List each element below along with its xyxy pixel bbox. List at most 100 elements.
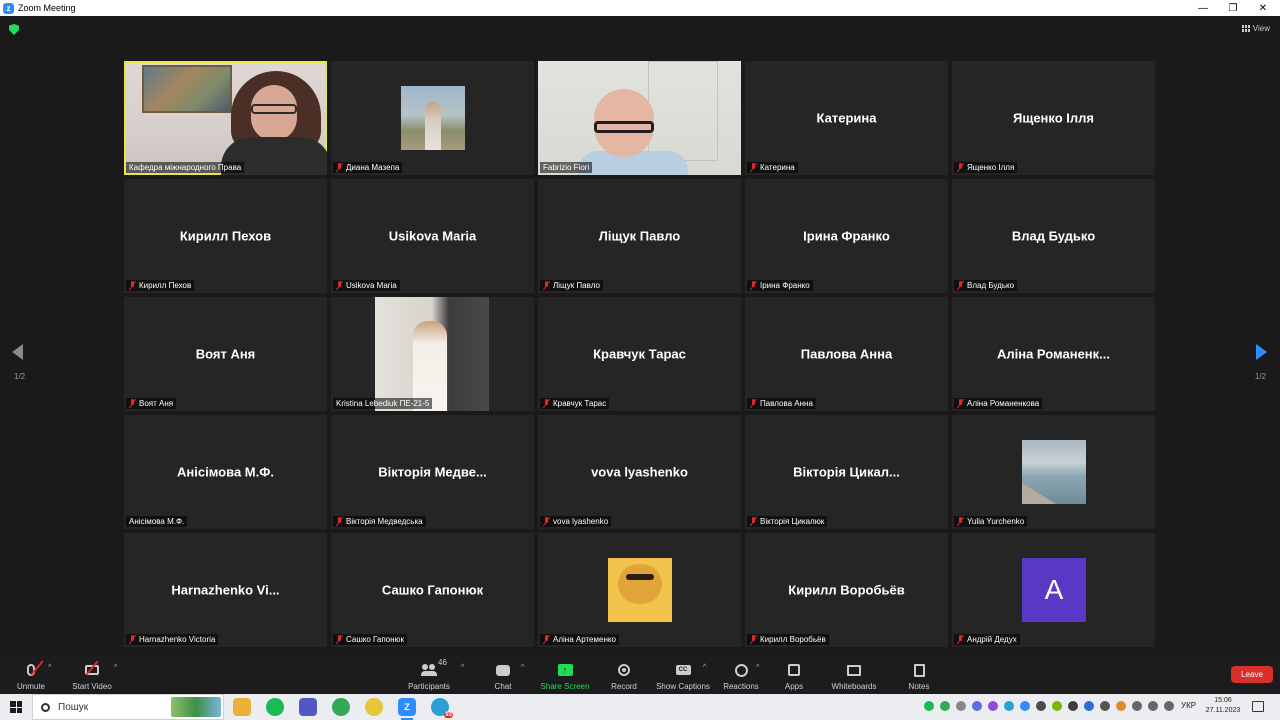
record-button[interactable]: Record: [608, 656, 640, 694]
participant-tile[interactable]: Yulia Yurchenko: [952, 415, 1155, 529]
security-shield-icon[interactable]: [9, 24, 19, 35]
battery-tray-icon[interactable]: [1132, 701, 1142, 711]
participant-tile[interactable]: Влад Будько Влад Будько: [952, 179, 1155, 293]
participant-name-label: Аліна Романенкова: [954, 398, 1043, 409]
whiteboards-button[interactable]: Whiteboards: [829, 656, 879, 694]
participant-display-name: Кирилл Воробьёв: [788, 582, 905, 598]
participant-name: Usikova Maria: [346, 281, 397, 290]
view-button[interactable]: View: [1241, 24, 1270, 33]
discord-tray-icon[interactable]: [972, 701, 982, 711]
search-placeholder: Пошук: [58, 701, 89, 713]
participant-display-name: Harnazhenko Vi...: [171, 582, 280, 598]
record-label: Record: [611, 682, 637, 691]
reactions-caret-icon[interactable]: ^: [756, 664, 759, 671]
chrome-tray-icon[interactable]: [940, 701, 950, 711]
spotify-tray-icon[interactable]: [924, 701, 934, 711]
participant-tile[interactable]: Ященко Ілля Ященко Ілля: [952, 61, 1155, 175]
viber-tray-icon[interactable]: [988, 701, 998, 711]
participant-tile[interactable]: vova lyashenko vova lyashenko: [538, 415, 741, 529]
cloud-tray-icon[interactable]: [956, 701, 966, 711]
participant-tile[interactable]: Диана Мазепа: [331, 61, 534, 175]
telegram-tray-icon[interactable]: [1004, 701, 1014, 711]
participant-tile[interactable]: Павлова Анна Павлова Анна: [745, 297, 948, 411]
reactions-button[interactable]: Reactions: [722, 656, 760, 694]
participant-tile[interactable]: Вікторія Цикал... Вікторія Цикалюк: [745, 415, 948, 529]
minimize-button[interactable]: —: [1188, 0, 1218, 16]
windows-start-icon[interactable]: [10, 701, 22, 713]
notifications-icon[interactable]: [1252, 701, 1264, 712]
clock-date: 27.11.2023: [1205, 707, 1241, 714]
unmute-button[interactable]: Unmute: [14, 656, 48, 694]
participant-tile[interactable]: Кирилл Воробьёв Кирилл Воробьёв: [745, 533, 948, 647]
participants-button[interactable]: 46 Participants: [406, 656, 452, 694]
leave-button[interactable]: Leave: [1231, 666, 1273, 683]
share-screen-button[interactable]: ↑ Share Screen: [540, 656, 590, 694]
participant-display-name: Ірина Франко: [803, 228, 890, 244]
chat-button[interactable]: Chat: [488, 656, 518, 694]
participants-caret-icon[interactable]: ^: [461, 664, 464, 671]
participant-tile[interactable]: A Андрій Дедух: [952, 533, 1155, 647]
wifi-tray-icon[interactable]: [1148, 701, 1158, 711]
audio-options-caret-icon[interactable]: ^: [48, 664, 51, 671]
telegram-icon[interactable]: 93: [431, 698, 453, 718]
participant-tile[interactable]: Harnazhenko Vi... Harnazhenko Victoria: [124, 533, 327, 647]
app-tray-icon[interactable]: [1036, 701, 1046, 711]
notes-label: Notes: [908, 682, 930, 691]
spotify-icon[interactable]: [266, 698, 284, 716]
taskbar-search[interactable]: Пошук: [32, 694, 224, 720]
participant-display-name: Usikova Maria: [388, 228, 477, 244]
participant-tile[interactable]: Воят Аня Воят Аня: [124, 297, 327, 411]
unmute-label: Unmute: [16, 682, 45, 691]
participant-tile[interactable]: Вікторія Медве... Вікторія Медведська: [331, 415, 534, 529]
next-page-arrow-icon[interactable]: [1256, 344, 1267, 360]
language-indicator[interactable]: УКР: [1181, 701, 1196, 710]
participant-tile[interactable]: Ірина Франко Ірина Франко: [745, 179, 948, 293]
participant-tile[interactable]: Usikova Maria Usikova Maria: [331, 179, 534, 293]
participant-tile[interactable]: Fabrizio Fiori: [538, 61, 741, 175]
clock[interactable]: 15:06 27.11.2023: [1204, 696, 1242, 716]
teams-icon[interactable]: [299, 698, 317, 716]
participant-name: Влад Будько: [967, 281, 1015, 290]
participant-tile[interactable]: Сашко Гапонюк Сашко Гапонюк: [331, 533, 534, 647]
chat-caret-icon[interactable]: ^: [521, 664, 524, 671]
app3-tray-icon[interactable]: [1116, 701, 1126, 711]
page-indicator-right: 1/2: [1254, 372, 1266, 381]
participant-name: Катерина: [760, 163, 795, 172]
participant-tile[interactable]: Кравчук Тарас Кравчук Тарас: [538, 297, 741, 411]
show-captions-button[interactable]: CC Show Captions: [655, 656, 711, 694]
zoom-tray-icon[interactable]: [1020, 701, 1030, 711]
participant-tile[interactable]: Ліщук Павло Ліщук Павло: [538, 179, 741, 293]
participant-display-name: vova lyashenko: [591, 464, 688, 480]
start-video-button[interactable]: Start Video: [70, 656, 114, 694]
notes-button[interactable]: Notes: [904, 656, 934, 694]
app2-tray-icon[interactable]: [1100, 701, 1110, 711]
start-video-label: Start Video: [72, 682, 112, 691]
participant-tile[interactable]: Кафедра міжнародного Права: [124, 61, 327, 175]
participant-tile[interactable]: Катерина Катерина: [745, 61, 948, 175]
app-icon-yellow[interactable]: [365, 698, 383, 716]
volume-tray-icon[interactable]: [1164, 701, 1174, 711]
participant-tile[interactable]: Аліна Романенк... Аліна Романенкова: [952, 297, 1155, 411]
participant-tile[interactable]: Кирилл Пехов Кирилл Пехов: [124, 179, 327, 293]
captions-icon: CC: [675, 665, 691, 675]
participant-name: vova lyashenko: [553, 517, 609, 526]
video-options-caret-icon[interactable]: ^: [114, 664, 117, 671]
participant-name: Yulia Yurchenko: [967, 517, 1025, 526]
zoom-taskbar-icon[interactable]: Z: [398, 698, 416, 720]
participant-display-name: Кирилл Пехов: [179, 228, 272, 244]
previous-page-arrow-icon[interactable]: [12, 344, 23, 360]
display-tray-icon[interactable]: [1068, 701, 1078, 711]
participant-tile[interactable]: Kristina Lebediuk ПЕ-21-5: [331, 297, 534, 411]
nvidia-tray-icon[interactable]: [1052, 701, 1062, 711]
maximize-button[interactable]: ❐: [1218, 0, 1248, 16]
chrome-icon[interactable]: [332, 698, 350, 716]
muted-mic-icon: [750, 163, 757, 172]
participant-tile[interactable]: Аліна Артеменко: [538, 533, 741, 647]
apps-button[interactable]: Apps: [780, 656, 808, 694]
captions-caret-icon[interactable]: ^: [703, 664, 706, 671]
bluetooth-tray-icon[interactable]: [1084, 701, 1094, 711]
close-button[interactable]: ✕: [1248, 0, 1278, 16]
participant-display-name: Ященко Ілля: [1013, 110, 1094, 126]
file-explorer-icon[interactable]: [233, 698, 251, 716]
participant-tile[interactable]: Анісімова М.Ф. Анісімова М.Ф.: [124, 415, 327, 529]
